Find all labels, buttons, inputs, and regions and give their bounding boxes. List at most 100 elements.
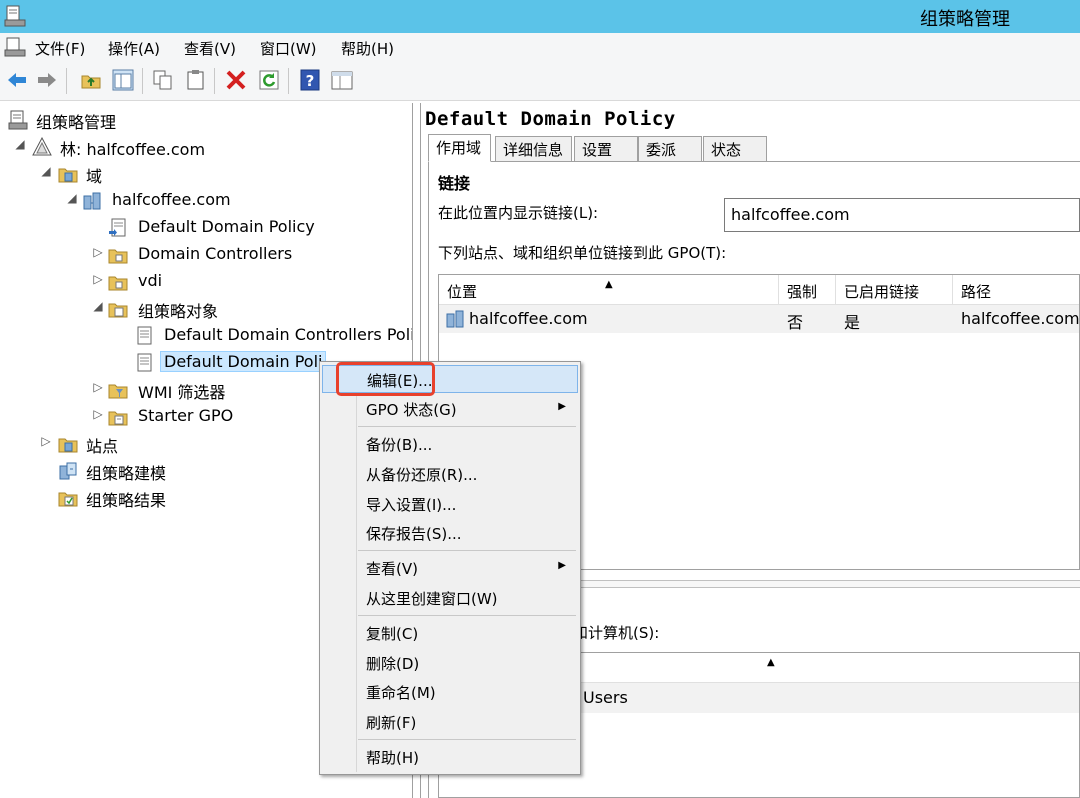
tab-scope[interactable]: 作用域 (428, 134, 491, 162)
domains-folder-icon (58, 168, 78, 183)
gpo-icon (137, 353, 152, 372)
collapsed-arrow-icon[interactable]: ▷ (92, 407, 104, 421)
paste-icon[interactable] (185, 69, 207, 91)
collapsed-arrow-icon[interactable]: ▷ (92, 272, 104, 286)
tree-node-label: Default Domain Poli (160, 351, 327, 372)
tab-details[interactable]: 详细信息 (495, 136, 572, 162)
menu-item-restore[interactable]: 从备份还原(R)... (322, 460, 578, 488)
cell-enforced: 否 (787, 313, 804, 332)
tree-node-label: halfcoffee.com (112, 190, 231, 209)
column-header-label: 位置 (447, 283, 478, 301)
tab-status[interactable]: 状态 (703, 136, 767, 162)
menu-view[interactable]: 查看(V) (184, 38, 236, 59)
tab-settings[interactable]: 设置 (574, 136, 638, 162)
cell-path: halfcoffee.com (961, 309, 1080, 328)
gpo-link-icon (109, 218, 126, 237)
tree-node-label: 组策略管理 (36, 113, 117, 132)
results-folder-icon (58, 492, 78, 507)
tree-node-label: Default Domain Controllers Poli (164, 325, 413, 344)
show-links-dropdown[interactable]: halfcoffee.com (724, 198, 1080, 232)
menu-item-refresh[interactable]: 刷新(F) (322, 708, 578, 736)
copy-icon[interactable] (152, 69, 174, 91)
forward-arrow-icon[interactable] (36, 69, 58, 91)
collapsed-arrow-icon[interactable]: ▷ (92, 380, 104, 394)
tree-node-label: 组策略对象 (138, 302, 219, 321)
submenu-arrow-icon: ▶ (558, 401, 566, 412)
menu-help[interactable]: 帮助(H) (341, 38, 394, 59)
tree-node-gpmc-root[interactable]: 组策略管理 (6, 108, 406, 132)
back-arrow-icon[interactable] (6, 69, 28, 91)
domain-icon (446, 310, 464, 328)
tree-node-forest[interactable]: ◢ 林: halfcoffee.com (14, 135, 404, 159)
menu-item-new-window[interactable]: 从这里创建窗口(W) (322, 584, 578, 612)
menu-item-gpo-status[interactable]: GPO 状态(G) ▶ (322, 395, 578, 423)
menu-file[interactable]: 文件(F) (35, 38, 85, 59)
menu-item-help[interactable]: 帮助(H) (322, 743, 578, 771)
menu-window[interactable]: 窗口(W) (260, 38, 317, 59)
tree-node-label: Domain Controllers (138, 244, 293, 263)
tree-node-label: 域 (86, 167, 103, 186)
up-folder-icon[interactable] (80, 69, 102, 91)
menu-separator (358, 550, 576, 551)
properties-icon[interactable] (331, 69, 353, 91)
menu-item-import-settings[interactable]: 导入设置(I)... (322, 490, 578, 518)
menu-item-label: 保存报告(S)... (366, 525, 462, 543)
menu-item-label: 导入设置(I)... (366, 496, 457, 514)
starter-gpo-folder-icon (108, 411, 128, 426)
show-links-label: 在此位置内显示链接(L): (438, 204, 599, 222)
help-icon[interactable]: ? (299, 69, 321, 91)
refresh-icon[interactable] (258, 69, 280, 91)
table-row[interactable]: halfcoffee.com 否 是 halfcoffee.com (439, 305, 1080, 333)
tree-node-label: Default Domain Policy (138, 217, 315, 236)
expanded-arrow-icon[interactable]: ◢ (14, 137, 26, 151)
menu-item-backup[interactable]: 备份(B)... (322, 430, 578, 458)
menu-item-label: 从这里创建窗口(W) (366, 590, 498, 608)
tree-node-domains[interactable]: ◢ 域 (40, 162, 400, 186)
tree-node-label: 站点 (86, 437, 119, 456)
show-hide-tree-icon[interactable] (112, 69, 134, 91)
sort-ascending-icon: ▲ (605, 279, 613, 290)
menu-action[interactable]: 操作(A) (108, 38, 160, 59)
gpmc-root-icon (8, 110, 28, 130)
menu-item-label: 从备份还原(R)... (366, 466, 478, 484)
collapsed-arrow-icon[interactable]: ▷ (92, 245, 104, 259)
title-bar: 组策略管理 (0, 0, 1080, 33)
tree-node-domain[interactable]: ◢ halfcoffee.com (66, 189, 406, 213)
delete-icon[interactable] (225, 69, 247, 91)
sort-ascending-icon: ▲ (767, 657, 775, 668)
submenu-arrow-icon: ▶ (558, 560, 566, 571)
tree-node-gpo-ddcp[interactable]: Default Domain Controllers Poli (134, 324, 413, 348)
tab-delegation[interactable]: 委派 (638, 136, 702, 162)
menu-item-delete[interactable]: 删除(D) (322, 649, 578, 677)
expanded-arrow-icon[interactable]: ◢ (92, 299, 104, 313)
collapsed-arrow-icon[interactable]: ▷ (40, 434, 52, 448)
tree-node-gpo-container[interactable]: ◢ 组策略对象 (92, 297, 408, 321)
expanded-arrow-icon[interactable]: ◢ (40, 164, 52, 178)
linked-locations-label: 下列站点、域和组织单位链接到此 GPO(T): (438, 244, 727, 262)
expanded-arrow-icon[interactable]: ◢ (66, 191, 78, 205)
toolbar: ? (0, 61, 1080, 101)
menu-item-label: 查看(V) (366, 560, 418, 578)
system-menu-icon[interactable] (4, 37, 26, 57)
column-link-enabled[interactable]: 已启用链接 (836, 275, 953, 305)
column-path[interactable]: 路径 (953, 275, 1080, 305)
menu-item-label: 帮助(H) (366, 749, 419, 767)
menu-item-copy[interactable]: 复制(C) (322, 619, 578, 647)
tree-node-domain-controllers[interactable]: ▷ Domain Controllers (92, 243, 408, 267)
menu-item-rename[interactable]: 重命名(M) (322, 678, 578, 706)
tree-node-vdi[interactable]: ▷ vdi (92, 270, 408, 294)
links-section-title: 链接 (438, 174, 471, 193)
details-heading: Default Domain Policy (425, 108, 676, 130)
sites-folder-icon (58, 438, 78, 453)
tree-node-ddp-link[interactable]: Default Domain Policy (108, 216, 408, 240)
gpo-folder-icon (108, 303, 128, 318)
menu-item-view[interactable]: 查看(V) ▶ (322, 554, 578, 582)
column-enforced[interactable]: 强制 (779, 275, 836, 305)
modeling-icon (59, 462, 77, 480)
menu-item-save-report[interactable]: 保存报告(S)... (322, 519, 578, 547)
tree-node-label: 林: halfcoffee.com (60, 140, 206, 159)
menu-item-label: GPO 状态(G) (366, 401, 457, 419)
tree-node-label: vdi (138, 271, 163, 290)
toolbar-separator (142, 68, 143, 94)
menu-item-label: 复制(C) (366, 625, 419, 643)
